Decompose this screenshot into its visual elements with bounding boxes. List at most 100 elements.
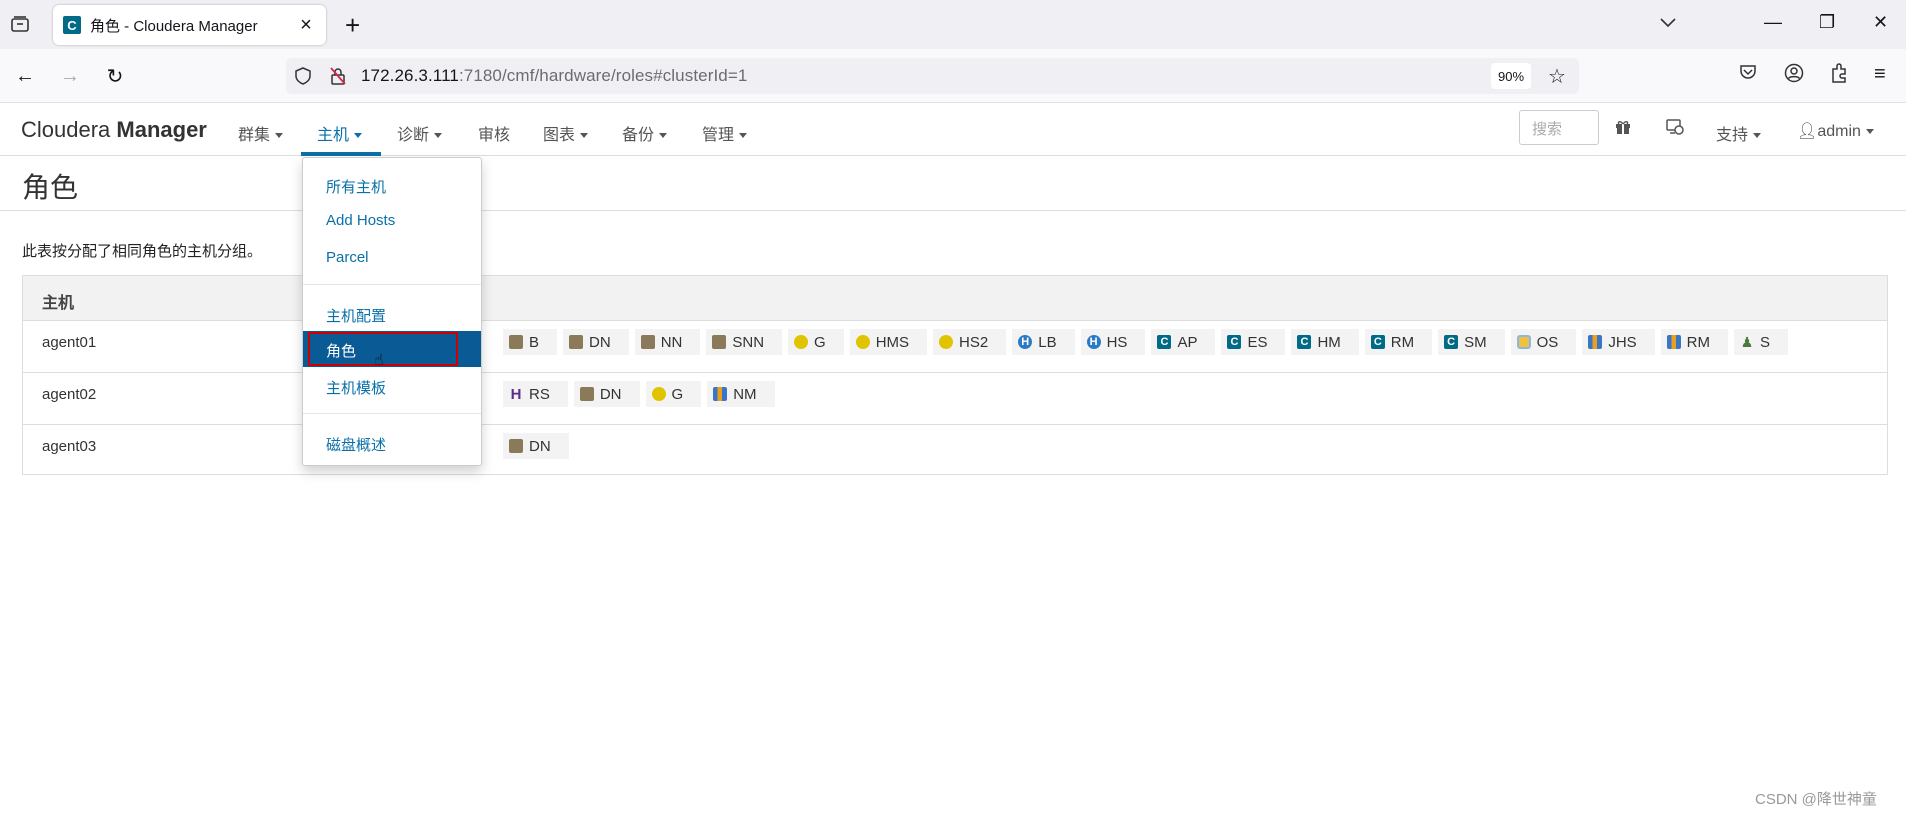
menu-support[interactable]: 支持 [1716,121,1762,145]
menu-label: 诊断 [397,127,430,144]
bookmark-star-icon[interactable]: ☆ [1548,64,1566,89]
tab-overflow-chevron-icon[interactable] [1660,12,1676,33]
column-header-hosts: 主机 [42,295,75,312]
account-icon[interactable] [1784,63,1804,89]
role-badge[interactable]: H HS [1080,329,1146,355]
role-label: JHS [1608,333,1637,351]
role-badge[interactable]: C AP [1151,329,1216,355]
yarn-icon [713,387,728,401]
menu-admin[interactable]: 管理 [702,121,748,145]
app-menu-icon[interactable]: ≡ [1874,63,1886,86]
back-icon[interactable]: ← [12,63,38,89]
new-tab-icon[interactable]: + [345,10,360,41]
forward-icon[interactable]: → [57,63,83,89]
brand-logo[interactable]: Cloudera Manager [21,117,207,143]
gift-icon[interactable] [1615,119,1631,140]
running-commands-icon[interactable] [1666,119,1684,140]
menu-item-host-config[interactable]: 主机配置 [303,296,481,332]
role-badge[interactable]: G [645,381,702,407]
hdfs-icon [712,335,727,349]
role-label: HMS [875,333,910,351]
menu-diagnostics[interactable]: 诊断 [397,121,443,145]
cloudera-icon: C [1370,335,1385,349]
url-text[interactable]: 172.26.3.111:7180/cmf/hardware/roles#clu… [361,66,747,86]
tab-close-icon[interactable]: × [296,14,316,37]
role-badge[interactable]: ♟ S [1733,329,1788,355]
role-badge[interactable]: C SM [1438,329,1505,355]
browser-tab[interactable]: C 角色 - Cloudera Manager × [53,5,326,45]
window-close-icon[interactable]: ✕ [1873,12,1888,33]
tab-title: 角色 - Cloudera Manager [90,17,258,35]
menu-label: 管理 [702,127,735,144]
user-menu[interactable]: 👤︎admin [1797,121,1874,141]
role-label: NM [733,385,757,403]
host-name[interactable]: agent01 [42,334,96,351]
role-badge[interactable]: B [503,329,558,355]
caret-down-icon [739,133,748,139]
zoom-level[interactable]: 90% [1491,63,1531,89]
role-badge[interactable]: C ES [1221,329,1286,355]
cloudera-icon: C [1157,335,1172,349]
role-badge[interactable]: JHS [1582,329,1655,355]
menu-audit[interactable]: 审核 [478,121,510,145]
role-badge[interactable]: HMS [849,329,928,355]
url-bar[interactable]: 172.26.3.111:7180/cmf/hardware/roles#clu… [286,58,1579,94]
role-badge[interactable]: G [788,329,844,355]
menu-item-host-templates[interactable]: 主机模板 [303,368,481,404]
cloudera-icon: C [1444,335,1459,349]
role-badge[interactable]: H RS [503,381,568,407]
menu-backup[interactable]: 备份 [622,121,668,145]
cloudera-favicon-icon: C [63,16,81,34]
menu-item-all-hosts[interactable]: 所有主机 [303,167,481,203]
menu-charts[interactable]: 图表 [543,121,589,145]
user-name: admin [1817,123,1861,140]
extensions-icon[interactable] [1830,63,1848,89]
cloudera-icon: C [1297,335,1312,349]
role-badge[interactable]: NN [634,329,701,355]
host-name[interactable]: agent03 [42,438,96,455]
watermark: CSDN @降世神童 [1755,791,1877,808]
hand-cursor-icon: ☝ [374,352,384,369]
role-label: ES [1247,333,1268,351]
role-badge[interactable]: DN [573,381,640,407]
divider [0,210,1906,211]
role-list: DN [503,433,575,459]
yarn-icon [1588,335,1603,349]
reload-icon[interactable]: ↻ [102,63,128,89]
role-badge[interactable]: HS2 [933,329,1007,355]
role-list: H RS DN G NM [503,381,781,407]
pocket-icon[interactable] [1739,63,1757,87]
caret-down-icon [434,133,443,139]
search-input[interactable]: 搜索 [1519,110,1599,145]
tab-list-icon[interactable] [6,12,34,36]
host-name[interactable]: agent02 [42,386,96,403]
role-badge[interactable]: DN [563,329,629,355]
sqoop-icon: ♟ [1740,333,1754,350]
menu-item-parcel[interactable]: Parcel [303,240,481,276]
page-title: 角色 [22,172,79,203]
role-label: G [814,333,826,351]
role-badge[interactable]: RM [1660,329,1728,355]
role-label: RM [1390,333,1415,351]
menu-item-disk-overview[interactable]: 磁盘概述 [303,425,481,461]
role-badge[interactable]: H LB [1012,329,1075,355]
menu-item-add-hosts[interactable]: Add Hosts [303,203,481,239]
role-badge[interactable]: NM [707,381,775,407]
minimize-icon[interactable]: — [1764,12,1782,33]
role-badge[interactable]: SNN [706,329,783,355]
role-badge[interactable]: OS [1510,329,1577,355]
role-label: AP [1177,333,1198,351]
role-badge[interactable]: C RM [1364,329,1433,355]
role-badge[interactable]: C HM [1291,329,1359,355]
insecure-lock-icon[interactable] [330,67,346,90]
menu-cluster[interactable]: 群集 [238,121,284,145]
role-badge[interactable]: DN [503,433,569,459]
active-menu-underline [301,152,381,156]
restore-icon[interactable]: ❐ [1819,12,1835,33]
menu-hosts[interactable]: 主机 [317,121,363,145]
role-label: DN [589,333,611,351]
caret-down-icon [580,133,589,139]
role-label: HS2 [959,333,989,351]
shield-icon[interactable] [295,67,311,90]
role-label: G [671,385,684,403]
